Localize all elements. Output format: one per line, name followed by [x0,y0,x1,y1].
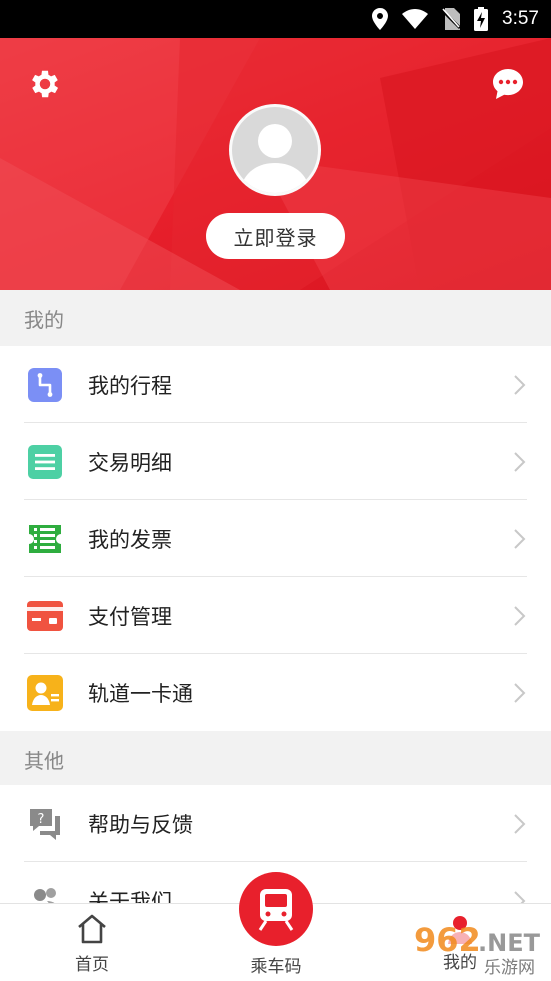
list-item-payment-management[interactable]: 支付管理 [0,577,551,654]
settings-button[interactable] [27,66,63,102]
card-icon [27,598,63,634]
list-item-help-feedback[interactable]: ? 帮助与反馈 [0,785,551,862]
list-item-label: 我的行程 [88,373,172,398]
status-bar: 3:57 [0,0,551,38]
svg-text:962: 962 [414,921,481,959]
chevron-right-icon [514,374,526,395]
svg-text:?: ? [38,812,45,827]
nav-ride-code[interactable]: 乘车码 [236,904,316,981]
route-icon [27,367,63,403]
gear-icon [32,70,59,98]
list-item-label: 交易明细 [88,450,172,475]
list-icon [27,444,63,480]
list-item-my-trips[interactable]: 我的行程 [0,346,551,423]
nav-ride-code-label: 乘车码 [250,957,302,977]
watermark-logo: 962 .NET 乐游网 [414,921,541,977]
chevron-right-icon [514,813,526,834]
chevron-right-icon [514,451,526,472]
chevron-right-icon [514,528,526,549]
help-feedback-icon: ? [27,806,63,842]
nav-home-label: 首页 [75,955,109,975]
mine-list: 我的行程 交易明细 我的发票 支付管理 轨道一卡通 [0,346,551,731]
avatar[interactable] [229,104,321,196]
chat-bubble-icon [493,69,523,99]
svg-text:乐游网: 乐游网 [484,958,535,977]
list-item-label: 帮助与反馈 [88,812,193,837]
section-header-other: 其他 [0,731,551,787]
message-button[interactable] [490,66,526,102]
wifi-icon [402,9,429,29]
list-item-transit-card[interactable]: 轨道一卡通 [0,654,551,731]
svg-text:.NET: .NET [478,929,541,957]
home-icon [78,914,106,944]
login-button[interactable]: 立即登录 [206,213,345,259]
status-time: 3:57 [502,8,539,29]
profile-header: 立即登录 [0,38,551,290]
chevron-right-icon [514,605,526,626]
list-item-label: 我的发票 [88,527,172,552]
location-icon [372,8,389,30]
list-item-label: 轨道一卡通 [88,681,193,706]
battery-charging-icon [474,7,489,31]
transit-card-icon [27,674,63,711]
chevron-right-icon [514,682,526,703]
invoice-icon [27,521,63,557]
list-item-my-invoices[interactable]: 我的发票 [0,500,551,577]
list-item-label: 支付管理 [88,604,172,629]
nav-home[interactable]: 首页 [52,904,132,981]
no-sim-icon [442,8,461,30]
default-avatar-icon [240,124,310,193]
section-header-mine: 我的 [0,290,551,346]
list-item-transaction-details[interactable]: 交易明细 [0,423,551,500]
